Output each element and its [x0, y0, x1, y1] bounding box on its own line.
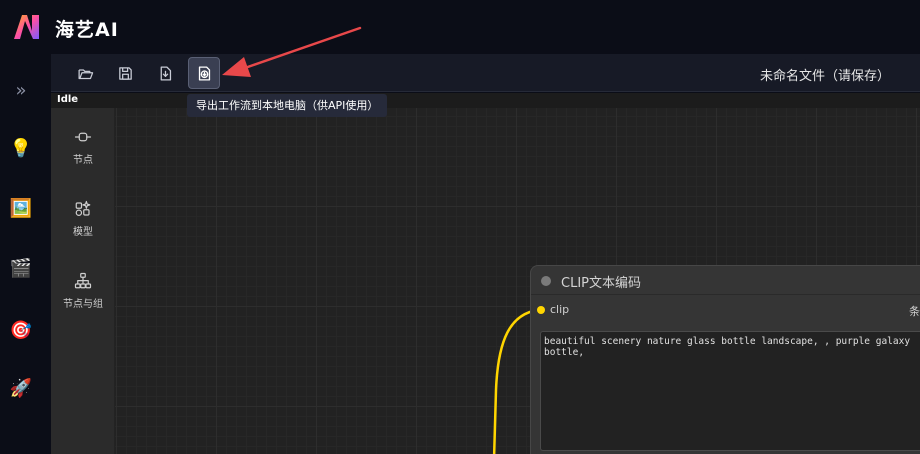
- status-bar: Idle: [51, 93, 920, 108]
- output-slot-label: 条: [909, 305, 920, 318]
- file-title[interactable]: 未命名文件（请保存）: [760, 65, 890, 84]
- open-workflow-button[interactable]: [69, 57, 101, 89]
- brand-logo-icon[interactable]: [12, 13, 42, 41]
- app-rail: » 💡 🖼️ 🎬 🎯 🚀: [0, 54, 51, 454]
- target-icon: 🎯: [9, 320, 33, 341]
- workflow-toolbar: 未命名文件（请保存）: [51, 54, 920, 92]
- panel-item-label: 模型: [73, 227, 93, 238]
- rail-item-inspiration[interactable]: 💡: [8, 136, 34, 162]
- open-folder-icon: [77, 68, 93, 79]
- rail-item-image[interactable]: 🖼️: [8, 196, 34, 222]
- picture-icon: 🖼️: [9, 198, 33, 219]
- double-chevron-right-icon: »: [15, 80, 27, 101]
- node-title: CLIP文本编码: [561, 276, 641, 291]
- export-icon: [160, 65, 171, 81]
- panel-item-label: 节点与组: [63, 299, 103, 310]
- lightbulb-icon: 💡: [9, 138, 33, 159]
- clip-input-label: clip: [550, 303, 570, 316]
- clip-text-encode-node[interactable]: CLIP文本编码 clip 条 beautiful scenery nature…: [530, 265, 920, 454]
- brand-bar: 海艺AI: [0, 0, 920, 54]
- save-workflow-button[interactable]: [109, 57, 141, 89]
- node-collapse-toggle[interactable]: [541, 276, 551, 286]
- annotation-arrow-icon: [222, 26, 362, 77]
- panel-item-label: 节点: [73, 155, 93, 166]
- rail-item-rocket[interactable]: 🚀: [8, 376, 34, 402]
- rail-item-target[interactable]: 🎯: [8, 318, 34, 344]
- node-group-icon: [74, 272, 92, 289]
- brand-name: 海艺AI: [55, 19, 119, 41]
- status-label: Idle: [57, 94, 79, 105]
- export-api-tooltip: 导出工作流到本地电脑（供API使用）: [187, 94, 388, 117]
- expand-rail-button[interactable]: »: [8, 78, 34, 104]
- panel-item-models[interactable]: 模型: [51, 200, 115, 238]
- clapper-board-icon: 🎬: [9, 258, 33, 279]
- app-root: 海艺AI » 💡 🖼️ 🎬 🎯 🚀 未命名文件（请保存） Idle 节点 模型 …: [0, 0, 920, 454]
- panel-item-nodes[interactable]: 节点: [51, 128, 115, 166]
- library-panel: 节点 模型 节点与组: [51, 108, 115, 454]
- prompt-text-input[interactable]: beautiful scenery nature glass bottle la…: [540, 331, 920, 451]
- node-header[interactable]: CLIP文本编码: [531, 266, 920, 295]
- panel-item-node-groups[interactable]: 节点与组: [51, 272, 115, 310]
- export-workflow-button[interactable]: [149, 57, 181, 89]
- save-icon: [118, 66, 132, 80]
- rail-item-video[interactable]: 🎬: [8, 256, 34, 282]
- node-icon: [74, 132, 92, 142]
- clip-input-slot[interactable]: [537, 306, 545, 314]
- rocket-icon: 🚀: [9, 378, 33, 399]
- model-icon: [75, 200, 91, 216]
